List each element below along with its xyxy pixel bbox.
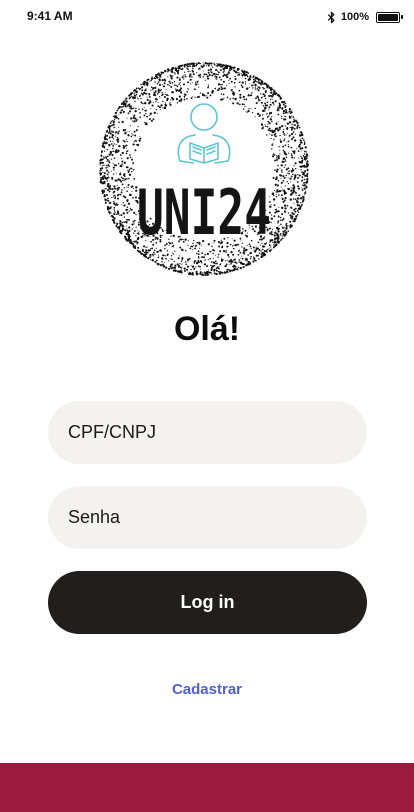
logo-wordmark: UNI24 [137, 176, 271, 249]
cpf-cnpj-input[interactable] [48, 401, 367, 464]
reader-with-book-icon [177, 103, 231, 164]
status-indicators: 100% [327, 9, 403, 25]
logo-graphic: UNI24 [99, 61, 309, 277]
status-time: 9:41 AM [27, 9, 73, 23]
footer-bar [0, 763, 414, 812]
password-input[interactable] [48, 486, 367, 549]
login-button[interactable]: Log in [48, 571, 367, 634]
greeting-title: Olá! [173, 310, 241, 348]
uni24-logo: UNI24 [97, 60, 311, 278]
bluetooth-icon [327, 11, 335, 23]
status-bar: 9:41 AM 100% [0, 0, 414, 32]
battery-full-icon [376, 11, 403, 23]
battery-percent: 100% [340, 11, 369, 23]
register-link[interactable]: Cadastrar [0, 681, 414, 698]
